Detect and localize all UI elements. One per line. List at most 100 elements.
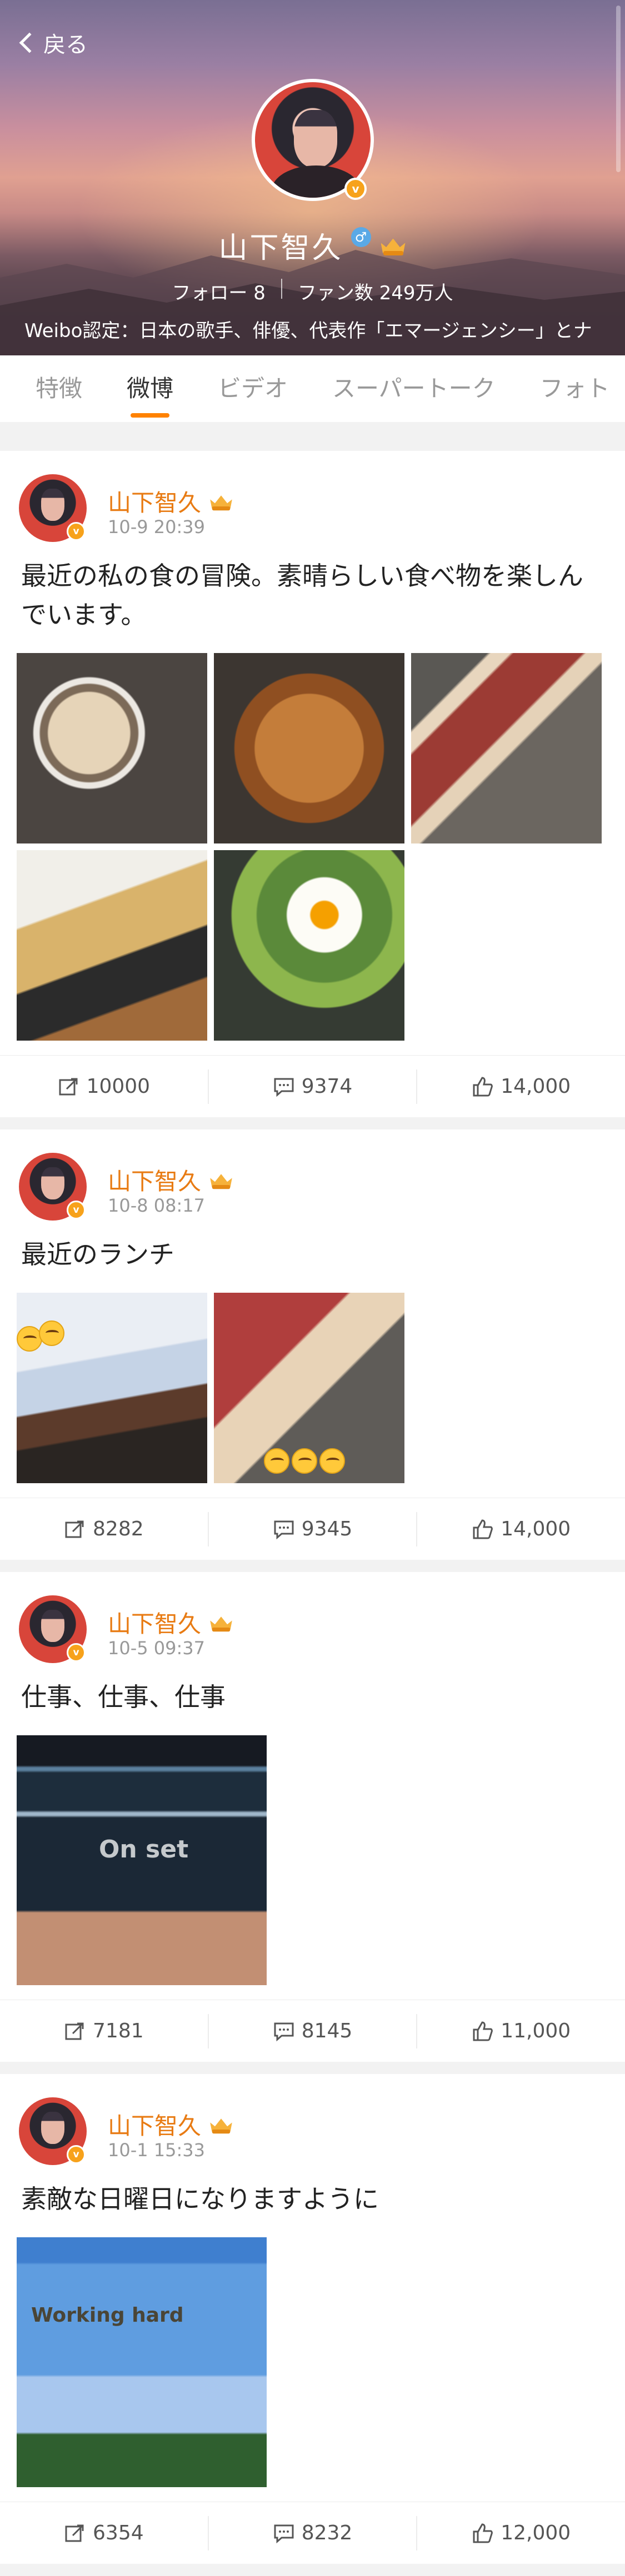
post-card: v 山下智久 10-5 09:37 仕事、仕事、仕事 On set 7181 8… (0, 1572, 625, 2062)
post-photo[interactable] (411, 653, 602, 843)
photo-grid: Working hard (0, 2237, 625, 2487)
comment-icon (274, 2022, 294, 2041)
photo-grid (0, 1293, 625, 1483)
post-time: 10-9 20:39 (108, 516, 206, 538)
tab-video[interactable]: ビデオ (218, 355, 288, 422)
repost-icon (59, 1078, 78, 1095)
divider (281, 279, 282, 299)
like-button[interactable]: 14,000 (416, 1512, 625, 1546)
repost-count: 8282 (93, 1518, 144, 1540)
follow-stat[interactable]: フォロー 8 (172, 278, 265, 305)
like-button[interactable]: 12,000 (416, 2515, 625, 2550)
verification-text: Weibo認定：日本の歌手、俳優、代表作「エマージェンシー」とナ (24, 320, 592, 342)
post-actions: 7181 8145 11,000 (0, 2000, 625, 2062)
post-author[interactable]: 山下智久 (108, 484, 201, 518)
tab-weibo[interactable]: 微博 (127, 355, 173, 422)
thumbs-up-icon (473, 1519, 493, 1539)
like-button[interactable]: 14,000 (416, 1069, 625, 1104)
comment-icon (274, 1520, 294, 1539)
post-card: v 山下智久 10-1 15:33 素敵な日曜日になりますように Working… (0, 2074, 625, 2564)
crown-icon (209, 1171, 233, 1189)
verified-icon: v (67, 522, 86, 541)
profile-tabs: 特徴 微博 ビデオ スーパートーク フォト (0, 355, 625, 422)
tab-photo[interactable]: フォト (540, 355, 610, 422)
post-actions: 8282 9345 14,000 (0, 1498, 625, 1560)
crown-icon (209, 492, 233, 510)
post-actions: 6354 8232 12,000 (0, 2502, 625, 2564)
tab-supertalk[interactable]: スーパートーク (332, 355, 496, 422)
comment-button[interactable]: 8232 (207, 2515, 417, 2550)
comment-icon (274, 2524, 294, 2543)
scrollbar[interactable] (616, 6, 621, 172)
thumbs-up-icon (473, 2021, 493, 2041)
photo-grid: On set (0, 1735, 625, 1985)
post-author[interactable]: 山下智久 (108, 2107, 201, 2141)
repost-button[interactable]: 10000 (0, 1069, 208, 1104)
post-time: 10-8 08:17 (108, 1195, 206, 1216)
post-actions: 10000 9374 14,000 (0, 1055, 625, 1117)
comment-button[interactable]: 9374 (207, 1069, 417, 1104)
repost-icon (65, 2022, 84, 2040)
verified-icon: v (67, 1643, 86, 1662)
comment-count: 8145 (301, 2020, 353, 2042)
post-photo[interactable] (214, 850, 404, 1041)
post-photo[interactable] (17, 850, 207, 1041)
profile-name: 山下智久 (218, 232, 343, 265)
tab-features[interactable]: 特徴 (36, 355, 82, 422)
post-text: 素敵な日曜日になりますように (21, 2184, 379, 2214)
post-time: 10-1 15:33 (108, 2140, 206, 2161)
like-count: 14,000 (501, 1518, 571, 1540)
comment-button[interactable]: 8145 (207, 2013, 417, 2048)
repost-button[interactable]: 6354 (0, 2516, 208, 2550)
comment-button[interactable]: 9345 (207, 1512, 417, 1546)
comment-icon (274, 1078, 294, 1097)
male-icon: ♂ (351, 227, 371, 247)
smile-emoji-icon (319, 1448, 345, 1474)
back-label: 戻る (43, 32, 88, 58)
post-text: 最近の私の食の冒険。素晴らしい食べ物を楽しんでいます。 (21, 561, 583, 630)
repost-count: 7181 (93, 2020, 144, 2042)
like-count: 14,000 (501, 1075, 571, 1098)
post-photo[interactable]: On set (17, 1735, 267, 1985)
repost-icon (65, 1520, 84, 1538)
photo-caption: Working hard (31, 2304, 184, 2327)
post-author[interactable]: 山下智久 (108, 1605, 201, 1639)
thumbs-up-icon (473, 1076, 493, 1096)
post-card: v 山下智久 10-8 08:17 最近のランチ 8282 9345 14,00 (0, 1129, 625, 1560)
crown-icon (209, 2115, 233, 2133)
repost-count: 6354 (93, 2522, 144, 2544)
post-text: 最近のランチ (21, 1239, 174, 1269)
photo-caption: On set (99, 1835, 189, 1864)
smile-emoji-icon (264, 1448, 289, 1474)
fans-stat[interactable]: ファン数 249万人 (298, 278, 453, 305)
like-button[interactable]: 11,000 (416, 2013, 625, 2048)
post-photo[interactable] (17, 653, 207, 843)
like-count: 11,000 (501, 2020, 571, 2042)
crown-icon[interactable] (380, 235, 407, 255)
crown-icon (209, 1613, 233, 1631)
post-photo[interactable] (214, 1293, 404, 1483)
smile-emoji-icon (17, 1326, 42, 1352)
repost-button[interactable]: 8282 (0, 1512, 208, 1546)
profile-header: 戻る v 山下智久 ♂ フォロー 8 ファン数 249万人 Weibo認定：日本… (0, 0, 625, 355)
post-time: 10-5 09:37 (108, 1638, 206, 1659)
post-photo[interactable] (17, 1293, 207, 1483)
comment-count: 9345 (301, 1518, 353, 1540)
post-photo[interactable] (214, 653, 404, 843)
thumbs-up-icon (473, 2523, 493, 2543)
smile-emoji-icon (39, 1320, 64, 1346)
verified-icon: v (67, 1201, 86, 1219)
photo-grid (0, 653, 625, 1041)
post-text: 仕事、仕事、仕事 (21, 1682, 226, 1712)
repost-button[interactable]: 7181 (0, 2014, 208, 2048)
comment-count: 8232 (301, 2522, 353, 2544)
like-count: 12,000 (501, 2522, 571, 2544)
chevron-left-icon (19, 32, 40, 53)
comment-count: 9374 (301, 1075, 353, 1098)
repost-count: 10000 (86, 1075, 151, 1098)
post-photo[interactable]: Working hard (17, 2237, 267, 2487)
post-card: v 山下智久 10-9 20:39 最近の私の食の冒険。素晴らしい食べ物を楽しん… (0, 451, 625, 1117)
post-author[interactable]: 山下智久 (108, 1163, 201, 1197)
verified-icon: v (67, 2145, 86, 2164)
back-button[interactable]: 戻る (19, 27, 88, 59)
